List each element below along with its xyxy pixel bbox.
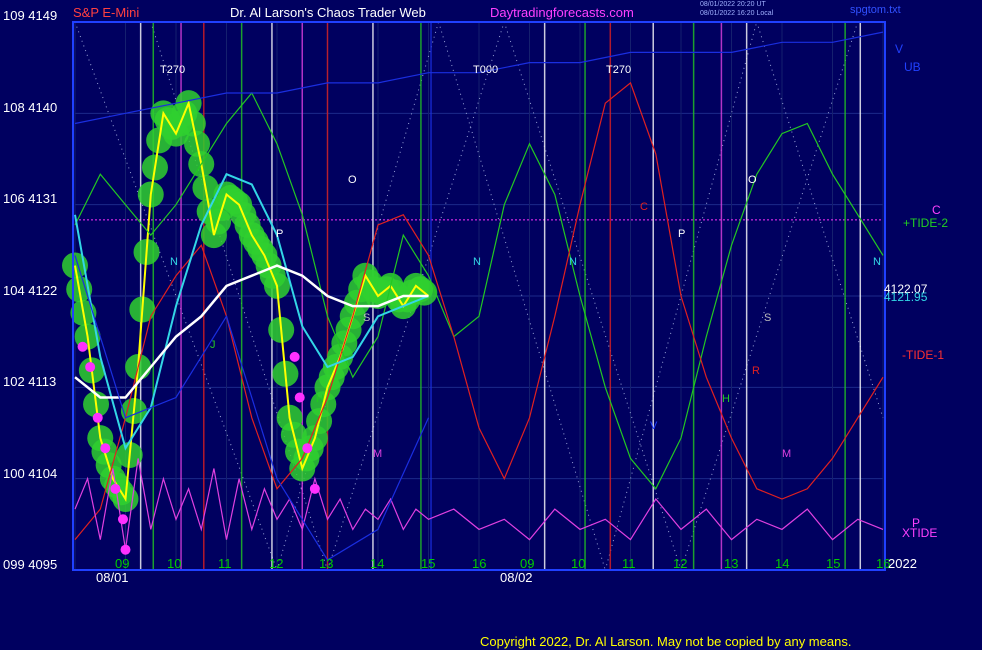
x-tick-label: 16 <box>472 556 487 571</box>
timestamp-local: 08/01/2022 16:20 Local <box>700 10 774 17</box>
x-tick-label: 10 <box>571 556 586 571</box>
pivot-point <box>302 443 313 454</box>
xtide-label: XTIDE <box>902 526 938 540</box>
symbol-title: S&P E-Mini <box>73 5 140 20</box>
x-tick-label: 14 <box>370 556 385 571</box>
marker-p: P <box>276 228 284 240</box>
y-tick-label: 100 4104 <box>3 466 58 481</box>
v-label: V <box>895 42 904 56</box>
marker-m: M <box>782 448 792 460</box>
pivot-point <box>120 544 131 555</box>
pivot-point <box>294 392 305 403</box>
copyright-notice: Copyright 2022, Dr. Al Larson. May not b… <box>480 634 852 649</box>
marker-o: O <box>348 174 357 186</box>
y-tick-label: 108 4140 <box>3 100 58 115</box>
x-tick-label: 12 <box>269 556 284 571</box>
y-tick-label: 109 4149 <box>3 8 58 23</box>
chart-stage: S&P E-Mini Dr. Al Larson's Chaos Trader … <box>0 0 982 650</box>
x-tick-label: 12 <box>673 556 688 571</box>
marker-t000: T000 <box>473 64 499 76</box>
x-tick-label: 15 <box>826 556 841 571</box>
x-tick-label: 13 <box>724 556 739 571</box>
date-label: 08/02 <box>500 570 533 585</box>
tide1-label: -TIDE-1 <box>902 348 944 362</box>
site-link[interactable]: Daytradingforecasts.com <box>490 5 634 20</box>
x-tick-label: 15 <box>421 556 436 571</box>
marker-r: R <box>752 365 760 377</box>
marker-c: C <box>640 201 648 213</box>
pivot-point <box>100 443 111 454</box>
timestamp-ut: 08/01/2022 20:20 UT <box>700 1 766 8</box>
x-tick-label: 11 <box>622 556 636 571</box>
marker-h: H <box>316 393 324 405</box>
data-filename: spgtom.txt <box>850 4 901 16</box>
marker-j: J <box>210 339 216 351</box>
year-label: 2022 <box>888 556 917 571</box>
pivot-point <box>309 483 320 494</box>
marker-n: N <box>473 256 481 268</box>
marker-h: H <box>722 393 730 405</box>
x-tick-label: 14 <box>775 556 790 571</box>
marker-n: N <box>873 256 881 268</box>
pivot-point <box>289 351 300 362</box>
marker-n: N <box>170 256 178 268</box>
x-tick-label: 13 <box>319 556 334 571</box>
marker-s: S <box>764 312 772 324</box>
date-label: 08/01 <box>96 570 129 585</box>
pivot-point <box>85 362 96 373</box>
x-tick-label: 10 <box>167 556 182 571</box>
marker-o: O <box>748 174 757 186</box>
chart-plot <box>62 21 886 571</box>
pivot-point <box>117 514 128 525</box>
marker-m: M <box>373 448 383 460</box>
marker-p: P <box>678 228 686 240</box>
tide2-label: +TIDE-2 <box>903 216 949 230</box>
marker-s: S <box>363 312 371 324</box>
y-tick-label: 104 4122 <box>3 283 58 298</box>
x-tick-label: 09 <box>520 556 535 571</box>
marker-n: N <box>569 256 577 268</box>
ub-label: UB <box>904 60 921 74</box>
site-title: Dr. Al Larson's Chaos Trader Web <box>230 5 426 20</box>
marker-t270: T270 <box>606 64 632 76</box>
y-tick-label: 106 4131 <box>3 191 58 206</box>
marker-t270: T270 <box>160 64 186 76</box>
pivot-point <box>110 483 121 494</box>
pivot-point <box>77 341 88 352</box>
x-tick-label: 09 <box>115 556 130 571</box>
y-tick-label: 102 4113 <box>3 374 57 389</box>
marker-v: V <box>650 420 658 432</box>
x-tick-label: 11 <box>218 556 232 571</box>
pivot-point <box>92 412 103 423</box>
ema-price-label: 4121.95 <box>884 290 928 304</box>
y-tick-label: 099 4095 <box>3 557 58 572</box>
c-label: C <box>932 203 941 217</box>
